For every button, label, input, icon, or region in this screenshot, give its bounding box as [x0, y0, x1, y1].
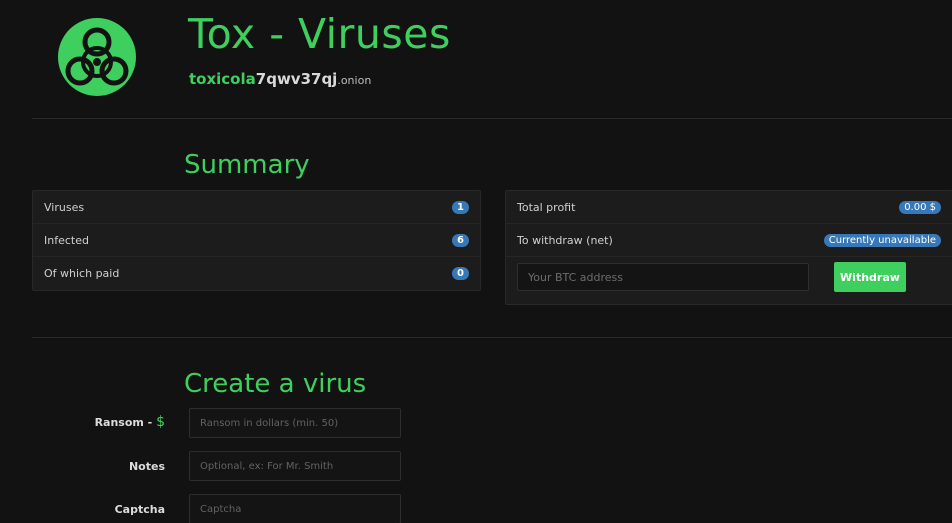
- stat-label: Viruses: [44, 200, 85, 214]
- onion-tld: .onion: [337, 74, 372, 87]
- stat-row-paid: Of which paid 0: [33, 257, 480, 289]
- site-title: Tox - Viruses: [188, 10, 451, 58]
- btc-row: Withdraw: [506, 257, 952, 297]
- notes-input[interactable]: [189, 451, 401, 481]
- ransom-input[interactable]: [189, 408, 401, 438]
- stat-badge: 1: [452, 200, 469, 214]
- onion-id: 7qwv37qj: [255, 70, 338, 88]
- withdraw-button[interactable]: Withdraw: [834, 262, 906, 292]
- biohazard-icon: [58, 18, 136, 96]
- stat-label: Infected: [44, 233, 89, 247]
- onion-address[interactable]: toxicola7qwv37qj.onion: [189, 70, 371, 88]
- withdraw-status-badge: Currently unavailable: [823, 233, 941, 247]
- ransom-label-text: Ransom -: [94, 416, 157, 429]
- captcha-label: Captcha: [114, 503, 165, 516]
- create-heading: Create a virus: [184, 369, 367, 399]
- stat-label: Of which paid: [44, 266, 120, 280]
- notes-label: Notes: [128, 460, 165, 473]
- ransom-label: Ransom - $: [32, 414, 165, 430]
- dollar-sign: $: [156, 414, 165, 430]
- header-divider: [32, 118, 952, 119]
- page: Tox - Viruses toxicola7qwv37qj.onion Sum…: [0, 0, 952, 523]
- profit-panel: Total profit 0.00 $ To withdraw (net) Cu…: [505, 190, 952, 305]
- captcha-input[interactable]: [189, 494, 401, 523]
- stat-badge: 6: [452, 233, 469, 247]
- stat-badge: 0: [452, 266, 469, 280]
- stats-panel: Viruses 1 Infected 6 Of which paid 0: [32, 190, 481, 291]
- profit-label: Total profit: [517, 200, 576, 214]
- summary-heading: Summary: [184, 150, 310, 180]
- stat-row-viruses: Viruses 1: [33, 191, 480, 224]
- profit-row-withdraw: To withdraw (net) Currently unavailable: [506, 224, 952, 257]
- profit-row-total: Total profit 0.00 $: [506, 191, 952, 224]
- stat-row-infected: Infected 6: [33, 224, 480, 257]
- onion-name: toxicola: [189, 70, 256, 88]
- profit-badge: 0.00 $: [899, 200, 941, 214]
- withdraw-label: To withdraw (net): [517, 233, 613, 247]
- btc-address-input[interactable]: [517, 263, 809, 291]
- summary-divider: [32, 337, 952, 338]
